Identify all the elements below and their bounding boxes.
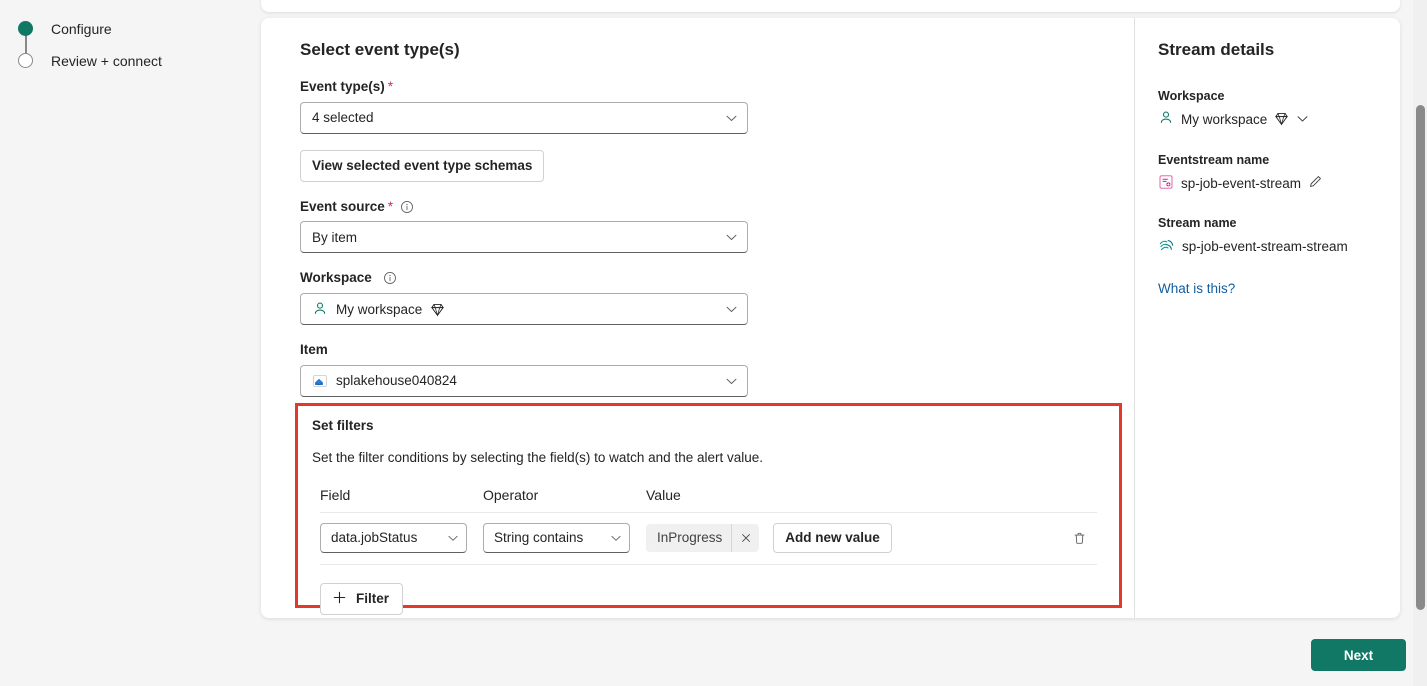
set-filters-title: Set filters [312, 418, 374, 433]
stream-name-label: Stream name [1158, 215, 1237, 230]
field-label-text: Event source [300, 198, 385, 214]
set-filters-description: Set the filter conditions by selecting t… [312, 450, 763, 466]
field-label-text: Event type(s) [300, 79, 385, 95]
wizard-step-review-connect[interactable]: Review + connect [18, 53, 162, 68]
event-type-form: Select event type(s) Event type(s) * 4 s… [300, 40, 1100, 413]
person-icon [1158, 110, 1174, 130]
stream-name-value: sp-job-event-stream-stream [1182, 239, 1348, 255]
info-icon[interactable] [383, 271, 397, 285]
chevron-down-icon [725, 231, 738, 244]
step-active-dot-icon [18, 21, 33, 36]
page-title: Select event type(s) [300, 40, 460, 59]
stream-details-workspace-value: My workspace [1181, 112, 1268, 128]
filter-operator-value: String contains [494, 530, 584, 546]
required-asterisk: * [387, 79, 394, 95]
eventstream-name-value: sp-job-event-stream [1181, 175, 1302, 191]
chevron-down-icon[interactable] [1296, 112, 1309, 129]
event-source-label: Event source * [300, 198, 1100, 216]
add-filter-button[interactable]: Filter [320, 582, 404, 615]
eventstream-name-value-row: sp-job-event-stream [1158, 174, 1388, 194]
previous-card-partial [261, 0, 1400, 12]
step-connector-line [24, 34, 27, 54]
close-icon[interactable] [731, 523, 759, 552]
event-types-dropdown[interactable]: 4 selected [300, 101, 748, 134]
gem-icon [1274, 111, 1289, 130]
filter-operator-dropdown[interactable]: String contains [483, 522, 630, 553]
stream-details-workspace-label: Workspace [1158, 89, 1225, 104]
lakehouse-icon [312, 373, 328, 389]
eventstream-icon [1158, 174, 1174, 194]
table-row: data.jobStatus String contains InProgres… [320, 513, 1097, 565]
add-new-value-button[interactable]: Add new value [773, 522, 892, 553]
panel-divider [1134, 18, 1135, 618]
workspace-value: My workspace [336, 301, 423, 317]
item-dropdown[interactable]: splakehouse040824 [300, 364, 748, 397]
eventstream-name-label: Eventstream name [1158, 152, 1270, 167]
field-label-text: Item [300, 342, 328, 358]
next-button[interactable]: Next [1311, 639, 1406, 671]
wizard-step-label: Configure [51, 20, 112, 37]
set-filters-section: Set filters Set the filter conditions by… [295, 403, 1122, 615]
required-asterisk: * [387, 198, 394, 214]
filters-table: Field Operator Value data.jobStatus Stri… [320, 487, 1097, 615]
event-source-value: By item [312, 229, 358, 245]
stream-details-title: Stream details [1158, 40, 1275, 59]
stream-details-panel: Stream details Workspace My workspace Ev… [1158, 40, 1388, 298]
chevron-down-icon [725, 374, 738, 387]
stream-details-workspace-value-row[interactable]: My workspace [1158, 110, 1388, 130]
filter-value-text: InProgress [657, 530, 723, 546]
wizard-step-label: Review + connect [51, 52, 162, 69]
plus-icon [332, 590, 347, 608]
person-icon [312, 301, 328, 317]
pencil-icon[interactable] [1308, 174, 1323, 193]
filters-table-header: Field Operator Value [320, 487, 1097, 513]
field-label-text: Workspace [300, 270, 372, 286]
what-is-this-link[interactable]: What is this? [1158, 281, 1235, 296]
filter-field-value: data.jobStatus [331, 530, 418, 546]
step-pending-dot-icon [18, 53, 33, 68]
column-header-operator: Operator [483, 486, 539, 503]
column-header-field: Field [320, 486, 351, 503]
workspace-label: Workspace [300, 269, 1100, 287]
info-icon[interactable] [400, 200, 414, 214]
column-header-value: Value [646, 486, 681, 503]
page-root: Configure Review + connect Select event … [0, 0, 1427, 686]
stream-name-value-row: sp-job-event-stream-stream [1158, 237, 1388, 258]
trash-icon[interactable] [1065, 524, 1093, 552]
chevron-down-icon [447, 532, 459, 544]
filter-field-dropdown[interactable]: data.jobStatus [320, 522, 467, 553]
event-types-label: Event type(s) * [300, 78, 1100, 96]
filter-value-chip: InProgress [646, 523, 760, 552]
wizard-rail: Configure Review + connect [0, 0, 237, 686]
stream-icon [1158, 237, 1175, 258]
view-selected-event-type-schemas-button[interactable]: View selected event type schemas [300, 149, 545, 182]
chevron-down-icon [725, 111, 738, 124]
workspace-dropdown[interactable]: My workspace [300, 293, 748, 326]
scrollbar-thumb[interactable] [1416, 105, 1425, 610]
chevron-down-icon [610, 532, 622, 544]
content-area: Select event type(s) Event type(s) * 4 s… [237, 0, 1427, 686]
event-source-dropdown[interactable]: By item [300, 221, 748, 254]
chevron-down-icon [725, 303, 738, 316]
add-filter-label: Filter [356, 591, 390, 607]
item-value: splakehouse040824 [336, 373, 457, 389]
configure-card: Select event type(s) Event type(s) * 4 s… [261, 18, 1400, 618]
item-label: Item [300, 341, 1100, 359]
vertical-scrollbar[interactable] [1413, 0, 1427, 686]
event-types-value: 4 selected [312, 110, 374, 126]
wizard-step-configure[interactable]: Configure [18, 21, 112, 36]
gem-icon [430, 302, 445, 317]
